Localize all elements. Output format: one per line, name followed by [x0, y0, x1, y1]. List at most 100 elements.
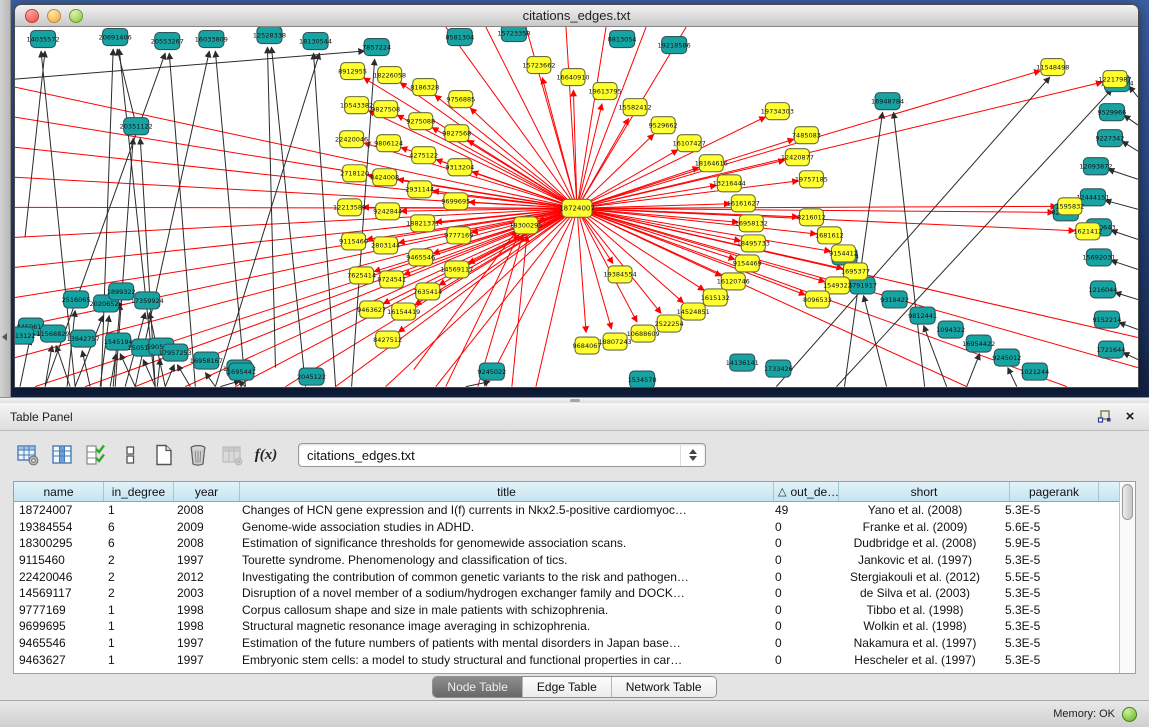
table-cell[interactable]: de Silva et al. (2003) [830, 586, 1000, 600]
table-cell[interactable]: 9777169 [14, 603, 103, 617]
memory-status-icon[interactable] [1122, 707, 1137, 722]
graph-node[interactable]: 2516065 [62, 291, 91, 308]
table-cell[interactable]: 0 [770, 520, 830, 534]
vertical-scrollbar[interactable] [1119, 482, 1135, 673]
graph-node[interactable]: 1733426 [764, 360, 793, 377]
graph-node[interactable]: 2931144 [405, 181, 434, 198]
table-cell[interactable]: 1 [103, 653, 172, 667]
graph-node[interactable]: 19757185 [795, 171, 828, 188]
table-cell[interactable]: 0 [770, 570, 830, 584]
table-cell[interactable]: Investigating the contribution of common… [237, 570, 770, 584]
graph-node[interactable]: 9827568 [442, 125, 471, 142]
graph-node[interactable]: 18807243 [599, 333, 632, 350]
table-row[interactable]: 969969511998Structural magnetic resonanc… [14, 618, 1119, 635]
table-cell[interactable]: Jankovic et al. (1997) [830, 553, 1000, 567]
graph-node[interactable]: 11548498 [1036, 59, 1069, 76]
table-settings-icon[interactable] [12, 439, 44, 471]
table-cell[interactable]: 1997 [172, 653, 237, 667]
graph-node[interactable]: 18226058 [373, 67, 406, 84]
graph-node[interactable]: 13216444 [713, 175, 746, 192]
table-cell[interactable]: 5.5E-5 [1000, 570, 1088, 584]
graph-node[interactable]: 9777169 [444, 227, 473, 244]
graph-node[interactable]: 1216044 [1088, 281, 1117, 298]
graph-node[interactable]: 1695441 [227, 363, 256, 380]
graph-node[interactable]: 22420046 [335, 131, 368, 148]
table-row[interactable]: 1830029562008Estimation of significance … [14, 535, 1119, 552]
graph-node[interactable]: 1094322 [936, 321, 965, 338]
graph-node[interactable]: 9756885 [446, 91, 475, 108]
graph-node[interactable]: 19218586 [658, 37, 691, 54]
network-canvas[interactable]: 1403557220691406205532671603380912528338… [15, 27, 1138, 388]
column-header-indegree[interactable]: in_degree [104, 482, 174, 501]
table-cell[interactable]: 2 [103, 553, 172, 567]
scrollbar-thumb[interactable] [1122, 484, 1133, 520]
column-header-title[interactable]: title [240, 482, 774, 501]
graph-node[interactable]: 1615132 [701, 289, 730, 306]
graph-node[interactable]: 14569117 [440, 261, 473, 278]
graph-node[interactable]: 9245022 [477, 363, 506, 380]
graph-node[interactable]: 16958167 [190, 352, 223, 369]
table-cell[interactable]: 0 [770, 536, 830, 550]
graph-node[interactable]: 7857224 [362, 39, 391, 56]
graph-node[interactable]: 9684067 [573, 337, 602, 354]
graph-node[interactable]: 12528338 [253, 27, 286, 44]
table-cell[interactable]: Structural magnetic resonance image aver… [237, 619, 770, 633]
table-cell[interactable]: 1998 [172, 619, 237, 633]
table-cell[interactable]: 5.3E-5 [1000, 619, 1088, 633]
graph-node[interactable]: 20351122 [120, 118, 153, 135]
graph-node[interactable]: 1681612 [815, 227, 844, 244]
column-header-outde[interactable]: △out_de… [774, 482, 839, 501]
graph-node[interactable]: 7625414 [347, 267, 376, 284]
table-cell[interactable]: Yano et al. (2008) [830, 503, 1000, 517]
graph-node[interactable]: 16954422 [962, 335, 995, 352]
table-cell[interactable]: Disruption of a novel member of a sodium… [237, 586, 770, 600]
network-window-titlebar[interactable]: citations_edges.txt [15, 5, 1138, 27]
graph-node[interactable]: 19734303 [761, 103, 794, 120]
table-cell[interactable]: 2 [103, 570, 172, 584]
graph-node[interactable]: 1721644 [1096, 341, 1125, 358]
show-column-icon[interactable] [46, 439, 78, 471]
table-cell[interactable]: Tibbo et al. (1998) [830, 603, 1000, 617]
table-cell[interactable]: 2 [103, 586, 172, 600]
column-header-year[interactable]: year [174, 482, 240, 501]
graph-node[interactable]: 18821371 [406, 215, 439, 232]
graph-node[interactable]: 8216012 [797, 209, 826, 226]
function-builder-icon[interactable]: f(x) [250, 439, 282, 471]
table-cell[interactable]: 0 [770, 603, 830, 617]
graph-node[interactable]: 2718120 [340, 165, 369, 182]
table-cell[interactable]: 2003 [172, 586, 237, 600]
table-cell[interactable]: 6 [103, 520, 172, 534]
table-cell[interactable]: 0 [770, 553, 830, 567]
table-cell[interactable]: Estimation of the future numbers of pati… [237, 636, 770, 650]
close-window-button[interactable] [25, 9, 39, 23]
graph-node[interactable]: 8424008 [370, 169, 399, 186]
table-cell[interactable]: Estimation of significance thresholds fo… [237, 536, 770, 550]
table-cell[interactable]: 2008 [172, 503, 237, 517]
table-cell[interactable]: 5.3E-5 [1000, 636, 1088, 650]
table-cell[interactable]: 5.6E-5 [1000, 520, 1088, 534]
tab-node-table[interactable]: Node Table [433, 677, 523, 697]
table-cell[interactable]: 18300295 [14, 536, 103, 550]
graph-node[interactable]: 8581304 [445, 29, 474, 46]
graph-node[interactable]: 16120746 [717, 273, 750, 290]
graph-node[interactable]: 18164616 [695, 155, 728, 172]
table-cell[interactable]: 14569117 [14, 586, 103, 600]
graph-node[interactable]: 9115460 [339, 233, 368, 250]
graph-node[interactable]: 15723358 [497, 27, 530, 42]
graph-node[interactable]: 7485083 [792, 127, 821, 144]
table-cell[interactable]: 2012 [172, 570, 237, 584]
graph-node[interactable]: 18130544 [299, 33, 332, 50]
table-cell[interactable]: Changes of HCN gene expression and I(f) … [237, 503, 770, 517]
graph-node[interactable]: 12093872 [1079, 158, 1112, 175]
table-cell[interactable]: 2008 [172, 536, 237, 550]
table-cell[interactable]: Genome-wide association studies in ADHD. [237, 520, 770, 534]
table-cell[interactable]: 0 [770, 619, 830, 633]
column-header-pagerank[interactable]: pagerank [1010, 482, 1099, 501]
graph-node[interactable]: 17957253 [159, 344, 192, 361]
table-cell[interactable]: 5.3E-5 [1000, 603, 1088, 617]
graph-node[interactable]: 19613795 [589, 83, 622, 100]
table-row[interactable]: 1456911722003Disruption of a novel membe… [14, 585, 1119, 602]
graph-node[interactable]: 16154419 [387, 303, 420, 320]
table-cell[interactable]: 19384554 [14, 520, 103, 534]
delete-table-icon[interactable] [182, 439, 214, 471]
